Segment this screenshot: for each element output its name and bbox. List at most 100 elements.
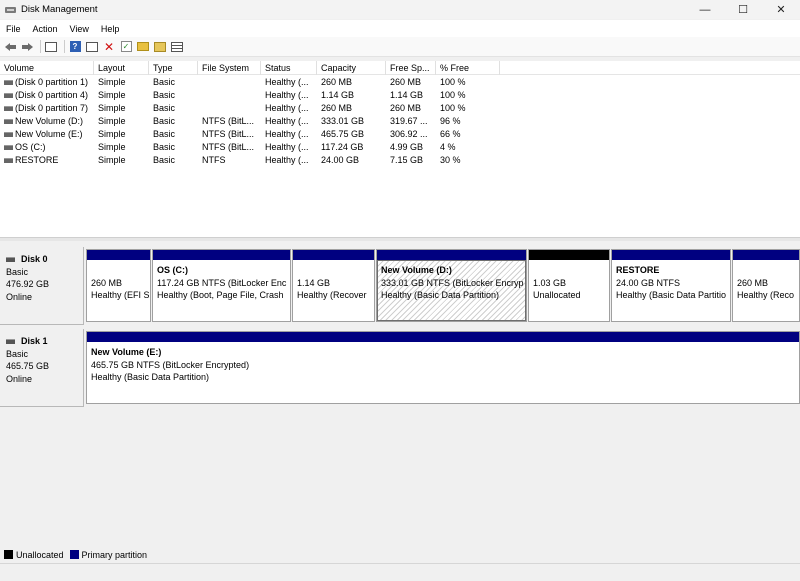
table-cell: Healthy (... <box>265 129 309 139</box>
partition-block[interactable]: New Volume (D:) 333.01 GB NTFS (BitLocker… <box>376 249 527 322</box>
table-cell: 7.15 GB <box>390 155 424 165</box>
partition-body: 1.03 GB Unallocated <box>529 260 609 321</box>
partition-name: New Volume (E:) <box>91 347 162 357</box>
partition-body: 260 MB Healthy (Reco <box>733 260 799 321</box>
table-cell: Simple <box>98 129 126 139</box>
column-header-free-space[interactable]: Free Sp... <box>386 61 436 75</box>
forward-button[interactable] <box>20 40 34 54</box>
disk-0-size: 476.92 GB <box>6 279 50 289</box>
partition-block[interactable]: OS (C:) 117.24 GB NTFS (BitLocker Enc Heal… <box>152 249 291 322</box>
column-header-percent-free[interactable]: % Free <box>436 61 500 75</box>
disk-graphical-view: Disk 0 Basic 476.92 GB Online 260 MB Heal… <box>0 241 800 546</box>
minimize-button[interactable]: — <box>686 0 724 19</box>
table-cell: 465.75 GB <box>321 129 365 139</box>
partition-block[interactable]: 260 MB Healthy (EFI S <box>86 249 151 322</box>
partition-block[interactable]: 1.03 GB Unallocated <box>528 249 610 322</box>
partition-status: Healthy (Boot, Page File, Crash <box>157 290 284 300</box>
disk-1-name: Disk 1 <box>21 336 48 346</box>
table-cell: 260 MB <box>321 77 353 87</box>
column-header-status[interactable]: Status <box>261 61 317 75</box>
partition-block[interactable]: 260 MB Healthy (Reco <box>732 249 800 322</box>
menu-action[interactable]: Action <box>27 24 64 34</box>
table-cell: Simple <box>98 155 126 165</box>
table-row[interactable]: New Volume (E:) Simple Basic NTFS (BitL... H… <box>0 128 800 141</box>
disk-0-status: Online <box>6 291 33 302</box>
partition-size: 260 MB <box>737 277 769 288</box>
table-cell: 24.00 GB <box>321 155 360 165</box>
table-cell: Basic <box>153 155 176 165</box>
window-title: Disk Management <box>21 4 98 15</box>
toolbar-separator <box>40 40 41 53</box>
legend-label-primary: Primary partition <box>81 549 148 560</box>
disk-1-name-row: Disk 1 <box>6 335 83 348</box>
table-cell <box>198 89 261 102</box>
import-button[interactable] <box>136 40 150 54</box>
close-button[interactable]: ✕ <box>762 0 800 19</box>
table-cell: Basic <box>153 103 176 113</box>
window-controls: — ☐ ✕ <box>686 0 800 19</box>
table-cell: 4.99 GB <box>390 142 424 152</box>
partition-status: Unallocated <box>533 290 581 300</box>
partition-block[interactable]: RESTORE 24.00 GB NTFS Healthy (Basic Data … <box>611 249 731 322</box>
table-cell: Healthy (... <box>265 142 309 152</box>
table-cell: NTFS (BitL... <box>202 116 255 126</box>
partition-block[interactable]: New Volume (E:) 465.75 GB NTFS (BitLocker… <box>86 331 800 404</box>
table-cell: Basic <box>153 142 176 152</box>
help-icon: ? <box>69 41 81 52</box>
table-row[interactable]: RESTORE Simple Basic NTFS Healthy (... 24.00 … <box>0 154 800 167</box>
partition-body: New Volume (E:) 465.75 GB NTFS (BitLocker… <box>87 342 799 403</box>
table-row[interactable]: (Disk 0 partition 7) Simple Basic Healthy (… <box>0 102 800 115</box>
column-header-capacity[interactable]: Capacity <box>317 61 386 75</box>
column-header-type[interactable]: Type <box>149 61 198 75</box>
menu-view[interactable]: View <box>64 24 95 34</box>
delete-icon: ✕ <box>103 39 115 54</box>
disk-icon <box>6 338 15 344</box>
disk-management-app-icon <box>5 5 16 14</box>
disk-1-label[interactable]: Disk 1 Basic 465.75 GB Online <box>0 329 84 407</box>
column-header-volume[interactable]: Volume <box>0 61 94 75</box>
properties-icon <box>45 41 57 52</box>
primary-partition-bar <box>87 332 799 342</box>
primary-partition-bar <box>612 250 730 260</box>
partition-body: OS (C:) 117.24 GB NTFS (BitLocker Enc Heal… <box>153 260 290 321</box>
menu-help[interactable]: Help <box>95 24 126 34</box>
table-row[interactable]: OS (C:) Simple Basic NTFS (BitL... Healthy (… <box>0 141 800 154</box>
table-row[interactable]: New Volume (D:) Simple Basic NTFS (BitL... H… <box>0 115 800 128</box>
disk-0-name: Disk 0 <box>21 254 48 264</box>
column-header-file-system[interactable]: File System <box>198 61 261 75</box>
disk-0-label[interactable]: Disk 0 Basic 476.92 GB Online <box>0 247 84 325</box>
legend-swatch-unallocated <box>4 550 13 559</box>
partition-body: 1.14 GB Healthy (Recover <box>293 260 374 321</box>
table-cell: 260 MB <box>390 77 422 87</box>
table-cell: Simple <box>98 116 126 126</box>
table-cell: RESTORE <box>15 155 59 165</box>
partition-status: Healthy (Basic Data Partitio <box>616 290 727 300</box>
partition-status: Healthy (Recover <box>297 290 367 300</box>
disk-0-name-row: Disk 0 <box>6 253 83 266</box>
list-button[interactable] <box>170 40 184 54</box>
table-cell: 1.14 GB <box>321 90 355 100</box>
table-row[interactable]: (Disk 0 partition 4) Simple Basic Healthy (… <box>0 89 800 102</box>
help-button[interactable]: ? <box>68 40 82 54</box>
table-cell: 96 % <box>440 116 461 126</box>
menu-file[interactable]: File <box>0 24 27 34</box>
primary-partition-bar <box>733 250 799 260</box>
back-button[interactable] <box>3 40 17 54</box>
back-arrow-icon <box>4 42 16 51</box>
import-icon <box>137 42 149 51</box>
partition-body: New Volume (D:) 333.01 GB NTFS (BitLocker… <box>377 260 526 321</box>
legend: Unallocated Primary partition <box>0 546 800 563</box>
folder-icon <box>154 41 166 52</box>
column-header-layout[interactable]: Layout <box>94 61 149 75</box>
properties-button[interactable] <box>44 40 58 54</box>
volume-list: Volume Layout Type File System Status Ca… <box>0 61 800 237</box>
table-row[interactable]: (Disk 0 partition 1) Simple Basic Healthy (… <box>0 76 800 89</box>
maximize-button[interactable]: ☐ <box>724 0 762 19</box>
folder-button[interactable] <box>153 40 167 54</box>
partition-block[interactable]: 1.14 GB Healthy (Recover <box>292 249 375 322</box>
table-cell: OS (C:) <box>15 142 46 152</box>
check-button[interactable]: ✓ <box>119 40 133 54</box>
table-cell: NTFS (BitL... <box>202 142 255 152</box>
connect-button[interactable] <box>85 40 99 54</box>
delete-button[interactable]: ✕ <box>102 40 116 54</box>
